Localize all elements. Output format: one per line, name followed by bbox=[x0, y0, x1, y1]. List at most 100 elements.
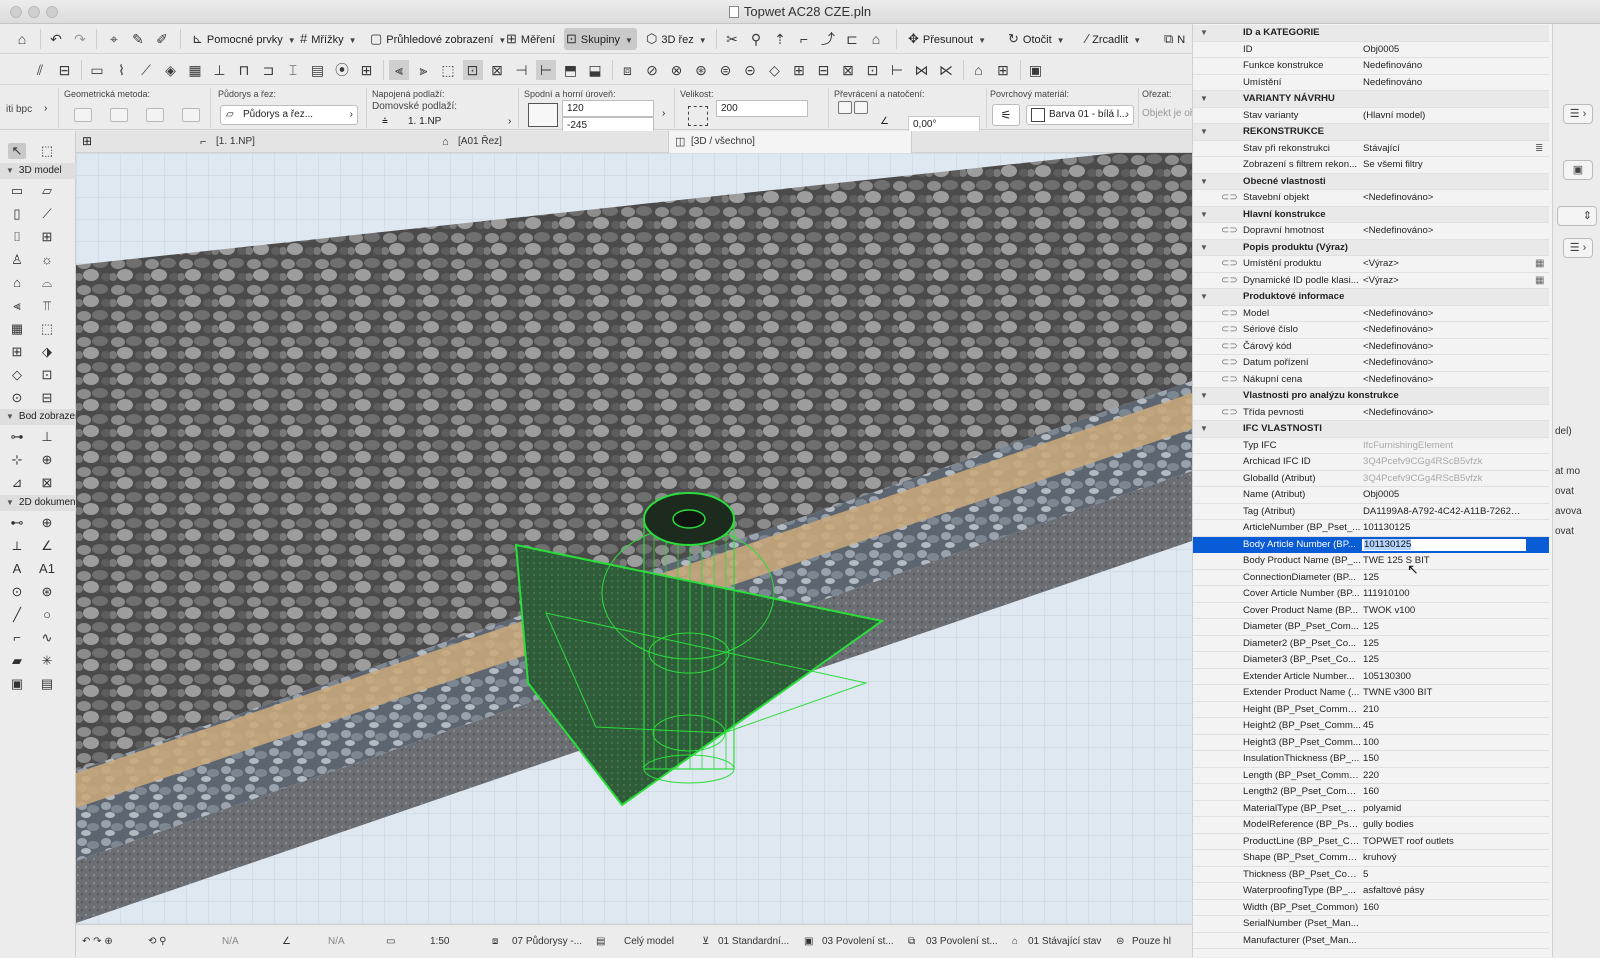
property-value[interactable]: 101130125 bbox=[1363, 520, 1523, 537]
property-row[interactable]: Height2 (BP_Pset_Comm... 45 bbox=[1193, 718, 1549, 735]
property-row[interactable]: ⊂⊃ Dopravní hmotnost <Nedefinováno> bbox=[1193, 223, 1549, 240]
opening-tool[interactable]: ⊡ bbox=[38, 367, 56, 383]
property-row[interactable]: Body Article Number (BP... 101130125 bbox=[1193, 536, 1549, 553]
property-row[interactable]: Extender Product Name (... TWNE v300 BIT bbox=[1193, 685, 1549, 702]
wall-tool[interactable]: ▭ bbox=[8, 183, 26, 199]
detail-tool[interactable]: ⊿ bbox=[8, 475, 26, 491]
resize-icon[interactable]: ⊝ bbox=[740, 60, 760, 80]
railing-tool-icon[interactable]: ⦿ bbox=[332, 60, 352, 80]
magic-icon[interactable]: ◇ bbox=[765, 60, 785, 80]
property-row[interactable]: Width (BP_Pset_Common) 160 bbox=[1193, 900, 1549, 917]
property-row[interactable]: Stav varianty (Hlavní model) bbox=[1193, 108, 1549, 125]
property-section-header[interactable]: ▼ Obecné vlastnosti bbox=[1193, 173, 1549, 191]
property-section-header[interactable]: ▼ Hlavní konstrukce bbox=[1193, 206, 1549, 224]
layer-icon[interactable]: ⧈ bbox=[618, 60, 638, 80]
align-left-icon[interactable]: ⫷ bbox=[389, 60, 409, 80]
wall-tool-icon[interactable]: ▭ bbox=[87, 60, 107, 80]
property-row[interactable]: Umístění Nedefinováno bbox=[1193, 75, 1549, 91]
marquee-tool[interactable]: ⬚ bbox=[38, 143, 56, 159]
grids-menu-button[interactable]: # Mřížky ▼ bbox=[298, 28, 357, 50]
property-value[interactable]: TOPWET roof outlets bbox=[1363, 834, 1523, 851]
disclosure-triangle-icon[interactable]: ▼ bbox=[1200, 289, 1208, 306]
property-value[interactable]: 160 bbox=[1363, 900, 1523, 917]
scissors-icon[interactable]: ✂ bbox=[722, 29, 742, 49]
property-row[interactable]: Height (BP_Pset_Common) 210 bbox=[1193, 702, 1549, 719]
property-row[interactable]: ⊂⊃ Čárový kód <Nedefinováno> bbox=[1193, 339, 1549, 355]
top-level-input[interactable] bbox=[562, 100, 654, 117]
radial-dimension-tool[interactable]: ⊕ bbox=[38, 515, 56, 531]
fill-tool[interactable]: ▰ bbox=[8, 653, 26, 669]
property-row[interactable]: Zobrazení s filtrem rekon... Se všemi fil… bbox=[1193, 157, 1549, 174]
property-value-input[interactable]: 101130125 bbox=[1361, 537, 1527, 552]
property-value[interactable]: 210 bbox=[1363, 702, 1523, 719]
property-row[interactable]: ⊂⊃ Umístění produktu <Výraz> ▦ bbox=[1193, 256, 1549, 273]
list-menu-button[interactable]: ☰ › bbox=[1563, 238, 1593, 258]
measure-button[interactable]: ⊞ Měření bbox=[504, 28, 555, 50]
tab-section[interactable]: ⌂ [A01 Řez] bbox=[436, 131, 666, 153]
property-value[interactable]: 150 bbox=[1363, 751, 1523, 768]
worksheet-tool[interactable]: ⊕ bbox=[38, 452, 56, 468]
property-value[interactable]: 160 bbox=[1363, 784, 1523, 801]
roof-tool-icon[interactable]: ⟋ bbox=[136, 60, 156, 80]
label-tool[interactable]: A1 bbox=[38, 561, 56, 577]
column-tool-icon[interactable]: ⊥ bbox=[210, 60, 230, 80]
tab-3d[interactable]: ◫ [3D / všechno] bbox=[668, 131, 912, 153]
grid-element-tool[interactable]: ⊛ bbox=[38, 584, 56, 600]
property-row[interactable]: WaterproofingType (BP_... asfaltové pásy bbox=[1193, 883, 1549, 900]
window-tool[interactable]: ⊞ bbox=[38, 229, 56, 245]
chevron-right-icon[interactable]: › bbox=[44, 103, 47, 114]
property-section-header[interactable]: ▼ ID a KATEGORIE bbox=[1193, 25, 1549, 42]
curtain-wall-tool[interactable]: ▦ bbox=[8, 321, 26, 337]
property-row[interactable]: Length (BP_Pset_Commo... 220 bbox=[1193, 768, 1549, 784]
door-tool[interactable]: ⌷ bbox=[8, 229, 26, 245]
mesh-tool-icon[interactable]: ▦ bbox=[185, 60, 205, 80]
curve-icon[interactable]: ⤴ bbox=[818, 29, 838, 49]
column-tool[interactable]: ▯ bbox=[8, 206, 26, 222]
transparency-menu-button[interactable]: ▢ Průhledové zobrazení ▼ bbox=[368, 28, 506, 50]
align-center-icon[interactable]: ⫸ bbox=[414, 60, 434, 80]
zoom-window-button[interactable] bbox=[46, 6, 58, 18]
door-tool-icon[interactable]: ⌶ bbox=[283, 60, 303, 80]
property-value[interactable]: <Výraz> bbox=[1363, 256, 1523, 273]
property-row[interactable]: ⊂⊃ Datum pořízení <Nedefinováno> bbox=[1193, 355, 1549, 372]
distribute-icon[interactable]: ⬚ bbox=[438, 60, 458, 80]
property-row[interactable]: Extender Article Number... 105130300 bbox=[1193, 669, 1549, 686]
roof-tool[interactable]: ⌂ bbox=[8, 275, 26, 291]
property-row[interactable]: Name (Atribut) Obj0005 bbox=[1193, 487, 1549, 504]
shell-tool[interactable]: ⌓ bbox=[38, 275, 56, 291]
library-icon[interactable]: ▣ bbox=[1563, 160, 1593, 180]
property-value[interactable]: (Hlavní model) bbox=[1363, 108, 1523, 125]
disclosure-triangle-icon[interactable]: ▼ bbox=[1200, 174, 1208, 191]
fillet-icon[interactable]: ⋈ bbox=[912, 60, 932, 80]
hotspot-tool[interactable]: ✳ bbox=[38, 653, 56, 669]
beam-tool-icon[interactable]: ⊓ bbox=[234, 60, 254, 80]
disclosure-triangle-icon[interactable]: ▼ bbox=[1200, 388, 1208, 405]
renovation-filter[interactable]: 01 Stávající stav bbox=[1028, 925, 1101, 958]
model-view-option[interactable]: Celý model bbox=[624, 925, 674, 958]
mirror-x-toggle[interactable] bbox=[838, 101, 852, 114]
intersect-icon[interactable]: ⊗ bbox=[667, 60, 687, 80]
beam-column-tool[interactable]: ⊙ bbox=[8, 390, 26, 406]
book-icon[interactable]: ⊞ bbox=[993, 60, 1013, 80]
scale-value[interactable]: 1:50 bbox=[430, 925, 449, 958]
magic-wand-icon[interactable]: ⚲ bbox=[746, 29, 766, 49]
adjust-icon[interactable]: ⊛ bbox=[691, 60, 711, 80]
group-icon[interactable]: ⊡ bbox=[462, 60, 483, 80]
property-value[interactable]: 105130300 bbox=[1363, 669, 1523, 686]
window-tool-icon[interactable]: ⊐ bbox=[259, 60, 279, 80]
property-value[interactable]: <Nedefinováno> bbox=[1363, 190, 1523, 207]
disclosure-triangle-icon[interactable]: ▼ bbox=[1200, 25, 1208, 42]
property-value[interactable]: asfaltové pásy bbox=[1363, 883, 1523, 900]
property-value[interactable]: 125 bbox=[1363, 570, 1523, 587]
geometry-method-4-icon[interactable] bbox=[182, 108, 200, 122]
property-section-header[interactable]: ▼ VARIANTY NÁVRHU bbox=[1193, 91, 1549, 108]
property-section-header[interactable]: ▼ Vlastnosti pro analýzu konstrukce bbox=[1193, 388, 1549, 405]
layer-combination[interactable]: 07 Půdorysy -... bbox=[512, 925, 582, 958]
property-row[interactable]: ⊂⊃ Stavební objekt <Nedefinováno> bbox=[1193, 190, 1549, 207]
property-value[interactable]: TWE 125 S BIT bbox=[1363, 553, 1523, 570]
property-row[interactable]: ⊂⊃ Sériové číslo <Nedefinováno> bbox=[1193, 322, 1549, 339]
toolbox-group-bod[interactable]: ▼ Bod zobrazení bbox=[0, 409, 76, 425]
disclosure-triangle-icon[interactable]: ▼ bbox=[1200, 207, 1208, 224]
railing-tool[interactable]: ⫪ bbox=[38, 298, 56, 314]
property-value[interactable]: Se všemi filtry bbox=[1363, 157, 1523, 174]
